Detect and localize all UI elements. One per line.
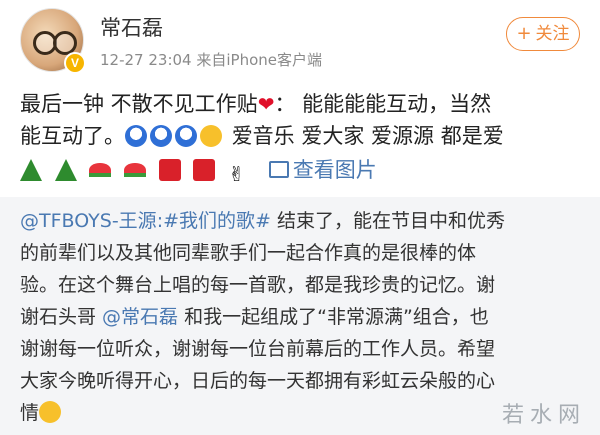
username[interactable]: 常石磊 — [100, 12, 163, 42]
tongue-emoji-icon — [39, 401, 62, 423]
quoted-line-3: 验。在这个舞台上唱的每一首歌，都是我珍贵的记忆。谢 — [20, 274, 496, 296]
mention-csl-link[interactable]: @常石磊 — [102, 306, 178, 328]
follow-label: 关注 — [535, 24, 570, 44]
post-body: 最后一钟 不散不见工作贴❤： 能能能能互动，当然 能互动了。 爱音乐 爱大家 爱… — [20, 88, 585, 152]
shock-emoji-icon — [175, 125, 197, 147]
quoted-line-5: 谢谢每一位听众，谢谢每一位台前幕后的工作人员。希望 — [20, 338, 496, 360]
victory-hand-icon: ✌ — [228, 162, 245, 186]
mention-tfboys-link[interactable]: @TFBOYS-王源 — [20, 210, 157, 232]
watermelon-icon — [124, 163, 147, 177]
quoted-text-1: 结束了，能在节目中和优秀 — [270, 210, 505, 232]
shock-emoji-icon — [125, 125, 147, 147]
christmas-tree-icon — [20, 159, 42, 181]
quoted-line-1: @TFBOYS-王源:#我们的歌# 结束了，能在节目中和优秀 — [20, 205, 585, 237]
post-text-1b: ： 能能能能互动，当然 — [274, 92, 492, 116]
post-meta: 12-27 23:04 来自iPhone客户端 — [100, 51, 322, 69]
post-text-2a: 能互动了。 — [20, 124, 125, 148]
post-text-2b: 爱音乐 爱大家 爱源源 都是爱 — [231, 124, 504, 148]
quoted-line-2: 的前辈们以及其他同辈歌手们一起合作真的是很棒的体 — [20, 242, 477, 264]
quoted-text: @TFBOYS-王源:#我们的歌# 结束了，能在节目中和优秀 的前辈们以及其他同… — [20, 205, 585, 429]
sticker-row: ✌ 查看图片 — [20, 154, 377, 186]
red-envelope-icon — [158, 159, 181, 181]
quoted-line-6: 大家今晚听得开心，日后的每一天都拥有彩虹云朵般的心 — [20, 370, 496, 392]
post-line-1: 最后一钟 不散不见工作贴❤： 能能能能互动，当然 — [20, 88, 585, 120]
quoted-text-4b: 和我一起组成了“非常源满”组合，也 — [178, 306, 489, 328]
plus-icon: + — [516, 23, 532, 44]
laugh-emoji-icon — [200, 125, 222, 147]
hashtag-link[interactable]: :#我们的歌# — [157, 210, 271, 232]
post-line-2: 能互动了。 爱音乐 爱大家 爱源源 都是爱 — [20, 120, 585, 152]
see-images-link[interactable]: 查看图片 — [268, 158, 377, 182]
red-envelope-icon — [193, 159, 216, 181]
quoted-post[interactable]: @TFBOYS-王源:#我们的歌# 结束了，能在节目中和优秀 的前辈们以及其他同… — [0, 197, 600, 435]
quoted-text-4a: 谢石头哥 — [20, 306, 103, 328]
quoted-text-7: 情 — [20, 402, 40, 424]
follow-button[interactable]: + 关注 — [506, 17, 580, 51]
post-text-1a: 最后一钟 不散不见工作贴 — [20, 92, 258, 116]
image-icon — [268, 161, 289, 178]
see-images-label: 查看图片 — [292, 158, 377, 182]
watermark: 若水网 — [501, 403, 586, 428]
heart-icon: ❤ — [257, 92, 275, 116]
quoted-line-7: 情 — [20, 397, 585, 429]
verified-badge-icon: V — [64, 52, 86, 74]
shock-emoji-icon — [150, 125, 172, 147]
quoted-line-4: 谢石头哥 @常石磊 和我一起组成了“非常源满”组合，也 — [20, 301, 585, 333]
post-header: V 常石磊 12-27 23:04 来自iPhone客户端 + 关注 — [0, 0, 600, 80]
christmas-tree-icon — [54, 159, 77, 181]
watermelon-icon — [89, 163, 112, 177]
